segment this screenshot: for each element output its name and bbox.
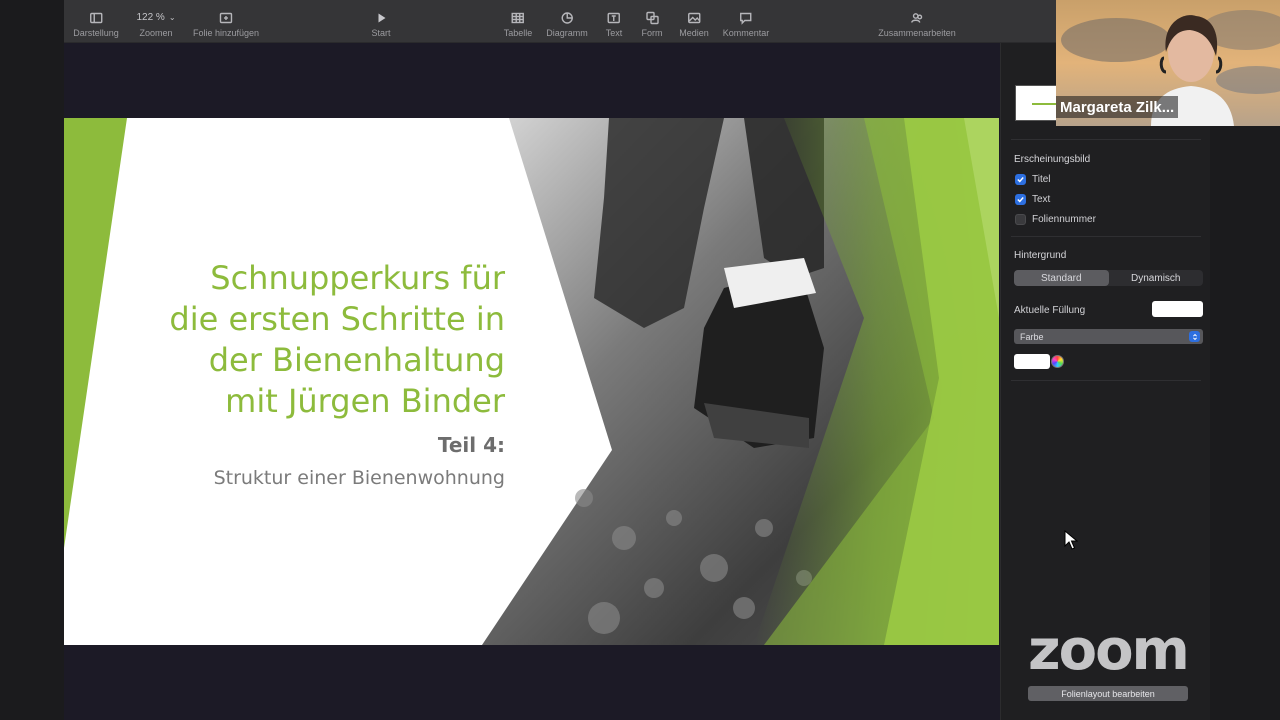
segment-standard[interactable]: Standard [1014, 270, 1109, 286]
slide[interactable]: Schnupperkurs für die ersten Schritte in… [64, 118, 999, 645]
zoom-screen-share-window: Darstellung 122 % ⌄ Zoomen Folie hinzufüg… [0, 0, 1280, 720]
media-icon [687, 9, 701, 26]
slide-title-line: Schnupperkurs für [85, 258, 505, 299]
slide-title-line: mit Jürgen Binder [85, 381, 505, 422]
add-slide-icon [219, 9, 233, 26]
toolbar-shape-label: Form [642, 28, 663, 38]
play-icon [374, 9, 388, 26]
toolbar-chart-label: Diagramm [546, 28, 588, 38]
toolbar-media-button[interactable]: Medien [679, 0, 709, 43]
background-segmented-control: Standard Dynamisch [1014, 270, 1203, 286]
checkbox-unchecked-icon[interactable] [1015, 214, 1026, 225]
slide-title-line: die ersten Schritte in [85, 299, 505, 340]
divider [1011, 236, 1201, 237]
zoom-logo: zoom [1028, 622, 1228, 680]
toolbar-comment-label: Kommentar [723, 28, 770, 38]
toolbar-text-label: Text [606, 28, 623, 38]
slide-title[interactable]: Schnupperkurs für die ersten Schritte in… [85, 258, 505, 422]
color-well[interactable] [1014, 354, 1050, 369]
toolbar-text-button[interactable]: Text [606, 0, 623, 43]
appearance-section-title: Erscheinungsbild [1014, 154, 1090, 165]
toolbar-zoom-button[interactable]: 122 % ⌄ Zoomen [136, 0, 175, 43]
current-fill-label: Aktuelle Füllung [1014, 305, 1085, 316]
title-checkbox-label: Titel [1032, 174, 1051, 185]
divider [1011, 139, 1201, 140]
participant-name-label: Margareta Zilk... [1056, 96, 1178, 118]
select-arrows-icon [1189, 331, 1200, 342]
toolbar-view-button[interactable]: Darstellung [73, 0, 119, 43]
slide-canvas: Schnupperkurs für die ersten Schritte in… [64, 43, 1000, 720]
slide-number-checkbox-label: Foliennummer [1032, 214, 1096, 225]
current-fill-swatch[interactable] [1152, 301, 1203, 317]
toolbar-zoom-label: Zoomen [139, 28, 172, 38]
toolbar-view-label: Darstellung [73, 28, 119, 38]
toolbar-comment-button[interactable]: Kommentar [723, 0, 770, 43]
background-section-title: Hintergrund [1014, 250, 1066, 261]
mouse-cursor-icon [1064, 530, 1078, 550]
toolbar-chart-button[interactable]: Diagramm [546, 0, 588, 43]
toolbar-play-button[interactable]: Start [371, 0, 390, 43]
slide-subtitle[interactable]: Struktur einer Bienenwohnung [214, 467, 505, 489]
keynote-toolbar: Darstellung 122 % ⌄ Zoomen Folie hinzufüg… [64, 0, 1056, 43]
text-icon [607, 9, 621, 26]
text-checkbox-row[interactable]: Text [1015, 194, 1050, 205]
toolbar-add-slide-button[interactable]: Folie hinzufügen [193, 0, 259, 43]
text-checkbox-label: Text [1032, 194, 1050, 205]
toolbar-media-label: Medien [679, 28, 709, 38]
title-checkbox-row[interactable]: Titel [1015, 174, 1051, 185]
divider [1011, 380, 1201, 381]
toolbar-collaborate-button[interactable]: Zusammenarbeiten [878, 0, 956, 43]
comment-icon [739, 9, 753, 26]
zoom-value: 122 % [136, 12, 164, 23]
chart-icon [560, 9, 574, 26]
fill-type-value: Farbe [1020, 332, 1044, 342]
toolbar-play-label: Start [371, 28, 390, 38]
toolbar-add-slide-label: Folie hinzufügen [193, 28, 259, 38]
color-wheel-icon[interactable] [1051, 355, 1064, 368]
collaborate-icon [910, 9, 924, 26]
toolbar-shape-button[interactable]: Form [642, 0, 663, 43]
segment-dynamic[interactable]: Dynamisch [1109, 270, 1204, 286]
sidebar-icon [89, 9, 103, 26]
chevron-down-icon: ⌄ [169, 13, 176, 22]
toolbar-table-label: Tabelle [504, 28, 533, 38]
slide-part-label[interactable]: Teil 4: [438, 433, 505, 457]
shape-icon [645, 9, 659, 26]
participant-video-tile[interactable]: Margareta Zilk... [1056, 0, 1280, 126]
toolbar-collaborate-label: Zusammenarbeiten [878, 28, 956, 38]
checkbox-checked-icon[interactable] [1015, 194, 1026, 205]
slide-title-line: der Bienenhaltung [85, 340, 505, 381]
checkbox-checked-icon[interactable] [1015, 174, 1026, 185]
edit-slide-layout-button[interactable]: Folienlayout bearbeiten [1028, 686, 1188, 701]
table-icon [511, 9, 525, 26]
fill-type-select[interactable]: Farbe [1014, 329, 1203, 344]
toolbar-table-button[interactable]: Tabelle [504, 0, 533, 43]
slide-number-checkbox-row[interactable]: Foliennummer [1015, 214, 1096, 225]
